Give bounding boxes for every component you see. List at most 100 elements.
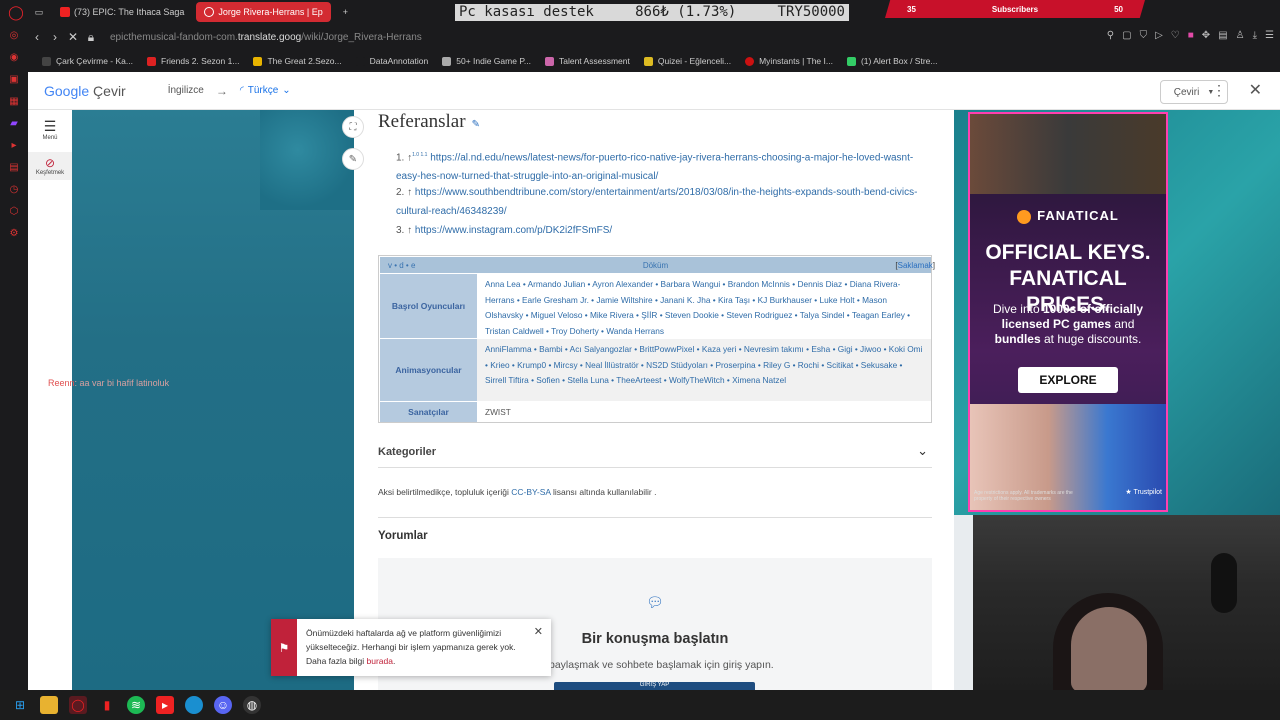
- categories-section[interactable]: Kategoriler ⌄: [378, 438, 932, 468]
- stop-loading-icon[interactable]: ✕: [64, 30, 82, 44]
- settings-icon[interactable]: ⚙: [8, 228, 20, 240]
- pin-icon[interactable]: ⚲: [1107, 30, 1114, 41]
- navbox-row-list[interactable]: ZWIST: [477, 402, 931, 422]
- bookmark-item[interactable]: DataAnnotation: [355, 56, 428, 66]
- opera-icon[interactable]: ◯: [69, 696, 87, 714]
- pencil-icon[interactable]: ✎: [472, 119, 480, 130]
- history-icon[interactable]: ◷: [8, 184, 20, 196]
- bookmark-item[interactable]: (1) Alert Box / Stre...: [846, 56, 937, 66]
- fanatical-ad[interactable]: FANATICAL OFFICIAL KEYS. FANATICAL PRICES…: [968, 112, 1168, 512]
- ad-brand: FANATICAL: [970, 208, 1166, 224]
- youtube-icon[interactable]: ▸: [156, 696, 174, 714]
- cube-icon[interactable]: ⬡: [8, 206, 20, 218]
- tab-label: Jorge Rivera-Herrans | Ep: [218, 7, 323, 17]
- bookmark-item[interactable]: The Great 2.Sezo...: [253, 56, 342, 66]
- references-heading: Referanslar ✎: [378, 111, 480, 132]
- bookmark-item[interactable]: Quizei - Eğlenceli...: [643, 56, 731, 66]
- navbox-row: Animasyoncular AnniFlamma • Bambi • Acı …: [380, 339, 931, 401]
- heart-icon[interactable]: ♡: [1171, 30, 1180, 41]
- windows-start-icon[interactable]: ⊞: [11, 696, 29, 714]
- globe-icon: [442, 56, 452, 66]
- acrobat-icon[interactable]: ▮: [98, 696, 116, 714]
- snapshot-icon[interactable]: ▢: [1122, 30, 1131, 41]
- bookmark-item[interactable]: 50+ Indie Game P...: [442, 56, 531, 66]
- close-icon[interactable]: ✕: [1249, 80, 1262, 100]
- twitch-icon[interactable]: ▰: [8, 118, 20, 130]
- expand-icon[interactable]: ⛶: [342, 116, 364, 138]
- whatsapp-icon[interactable]: ◉: [8, 52, 20, 64]
- download-icon[interactable]: ⤓: [1253, 30, 1257, 41]
- lock-icon[interactable]: 🔒︎: [82, 30, 100, 45]
- spinner-icon: ◜: [239, 85, 244, 96]
- ad-explore-button[interactable]: EXPLORE: [1018, 367, 1118, 393]
- discord-icon[interactable]: ☺: [214, 696, 232, 714]
- trustpilot-badge: ★ Trustpilot: [1125, 489, 1162, 496]
- reference-link[interactable]: https://al.nd.edu/news/latest-news/for-p…: [396, 152, 913, 182]
- navbox-row-list[interactable]: AnniFlamma • Bambi • Acı Salyangozlar • …: [477, 339, 931, 401]
- notification-toast: ⚑ Önümüzdeki haftalarda ağ ve platform g…: [271, 619, 551, 676]
- file-explorer-icon[interactable]: [40, 696, 58, 714]
- url-field[interactable]: epicthemusical-fandom-com.translate.goog…: [110, 32, 422, 43]
- menu-button[interactable]: ☰ Menü: [28, 118, 72, 141]
- tab-jorge-rivera[interactable]: Jorge Rivera-Herrans | Ep: [196, 2, 331, 22]
- tabs-icon[interactable]: ▤: [8, 162, 20, 174]
- source-language[interactable]: İngilizce: [168, 85, 204, 96]
- navbox-header: v • d • e Döküm [Saklamak]: [380, 257, 935, 273]
- chevron-down-icon[interactable]: ⌄: [917, 443, 928, 459]
- arrow-icon: →: [215, 83, 228, 98]
- player-icon[interactable]: ▸: [8, 140, 20, 152]
- reference-link[interactable]: https://www.instagram.com/p/DK2i2fFSmFS/: [415, 225, 612, 236]
- edge-icon[interactable]: [185, 696, 203, 714]
- obs-icon[interactable]: ◍: [243, 696, 261, 714]
- wallet-icon[interactable]: ▤: [1218, 30, 1227, 41]
- vk-icon[interactable]: ▦: [8, 96, 20, 108]
- tab-workspaces[interactable]: ▭: [30, 2, 48, 22]
- instagram-icon[interactable]: ▣: [8, 74, 20, 86]
- navbox-title[interactable]: Döküm: [380, 261, 931, 270]
- back-icon[interactable]: ‹: [28, 30, 46, 44]
- puzzle-icon[interactable]: ✥: [1202, 30, 1210, 41]
- opera-logo-icon[interactable]: ◯: [6, 2, 26, 22]
- bulb-icon: [544, 56, 554, 66]
- speech-bubble-icon: 💬︎: [646, 594, 664, 610]
- bookmark-item[interactable]: Çark Çevirme - Ka...: [42, 56, 133, 66]
- menu-icon[interactable]: ☰: [1265, 30, 1274, 41]
- divider: [378, 517, 932, 518]
- fanatical-logo-icon: [1017, 209, 1032, 224]
- navbox-row-label: Animasyoncular: [380, 339, 477, 401]
- reference-item: 3. ↑ https://www.instagram.com/p/DK2i2fF…: [396, 225, 613, 236]
- content-tools: ⛶ ✎: [342, 116, 364, 170]
- extension-icon[interactable]: ■: [1188, 30, 1194, 41]
- edit-icon[interactable]: ✎: [342, 148, 364, 170]
- donation-label: Pc kasası destek: [459, 4, 594, 20]
- bookmark-item[interactable]: Myinstants | The I...: [745, 56, 833, 66]
- subs-goal: 50: [1114, 4, 1123, 14]
- webcam-feed: [973, 515, 1280, 692]
- shield-icon[interactable]: ⛉: [1140, 30, 1148, 41]
- guitar-image: [1211, 553, 1237, 613]
- spotify-icon[interactable]: ≋: [127, 696, 145, 714]
- navbox-row-list[interactable]: Anna Lea • Armando Julian • Ayron Alexan…: [477, 274, 931, 338]
- toast-link[interactable]: burada: [366, 656, 392, 666]
- target-language-select[interactable]: ◜ Türkçe ⌄: [240, 85, 291, 96]
- hide-toggle[interactable]: [Saklamak]: [895, 261, 935, 270]
- flag-icon: ⚑: [271, 619, 297, 676]
- profile-icon[interactable]: ♙: [1236, 30, 1245, 41]
- tab-epic-youtube[interactable]: (73) EPIC: The Ithaca Saga: [52, 2, 192, 22]
- license-link[interactable]: CC-BY-SA: [511, 487, 550, 497]
- navbox-row: Sanatçılar ZWIST: [380, 402, 931, 422]
- bookmark-item[interactable]: Friends 2. Sezon 1...: [147, 56, 239, 66]
- close-icon[interactable]: ✕: [534, 625, 543, 638]
- data-icon: [355, 56, 365, 66]
- forward-icon[interactable]: ›: [46, 30, 64, 44]
- chat-overlay-message: Reenn: aa var bi hafif latinoluk: [48, 378, 170, 388]
- messenger-icon[interactable]: ◎: [8, 30, 20, 42]
- wiki-background-left: [72, 110, 354, 690]
- bookmark-item[interactable]: Talent Assessment: [544, 56, 630, 66]
- more-options-icon[interactable]: ⋮: [1212, 82, 1226, 99]
- play-icon[interactable]: ▷: [1155, 30, 1163, 41]
- reference-link[interactable]: https://www.southbendtribune.com/story/e…: [396, 187, 917, 217]
- new-tab-button[interactable]: +: [335, 2, 356, 22]
- windows-taskbar: ⊞ ◯ ▮ ≋ ▸ ☺ ◍: [0, 690, 1280, 720]
- explore-button[interactable]: ⊘ Keşfetmek: [28, 152, 72, 180]
